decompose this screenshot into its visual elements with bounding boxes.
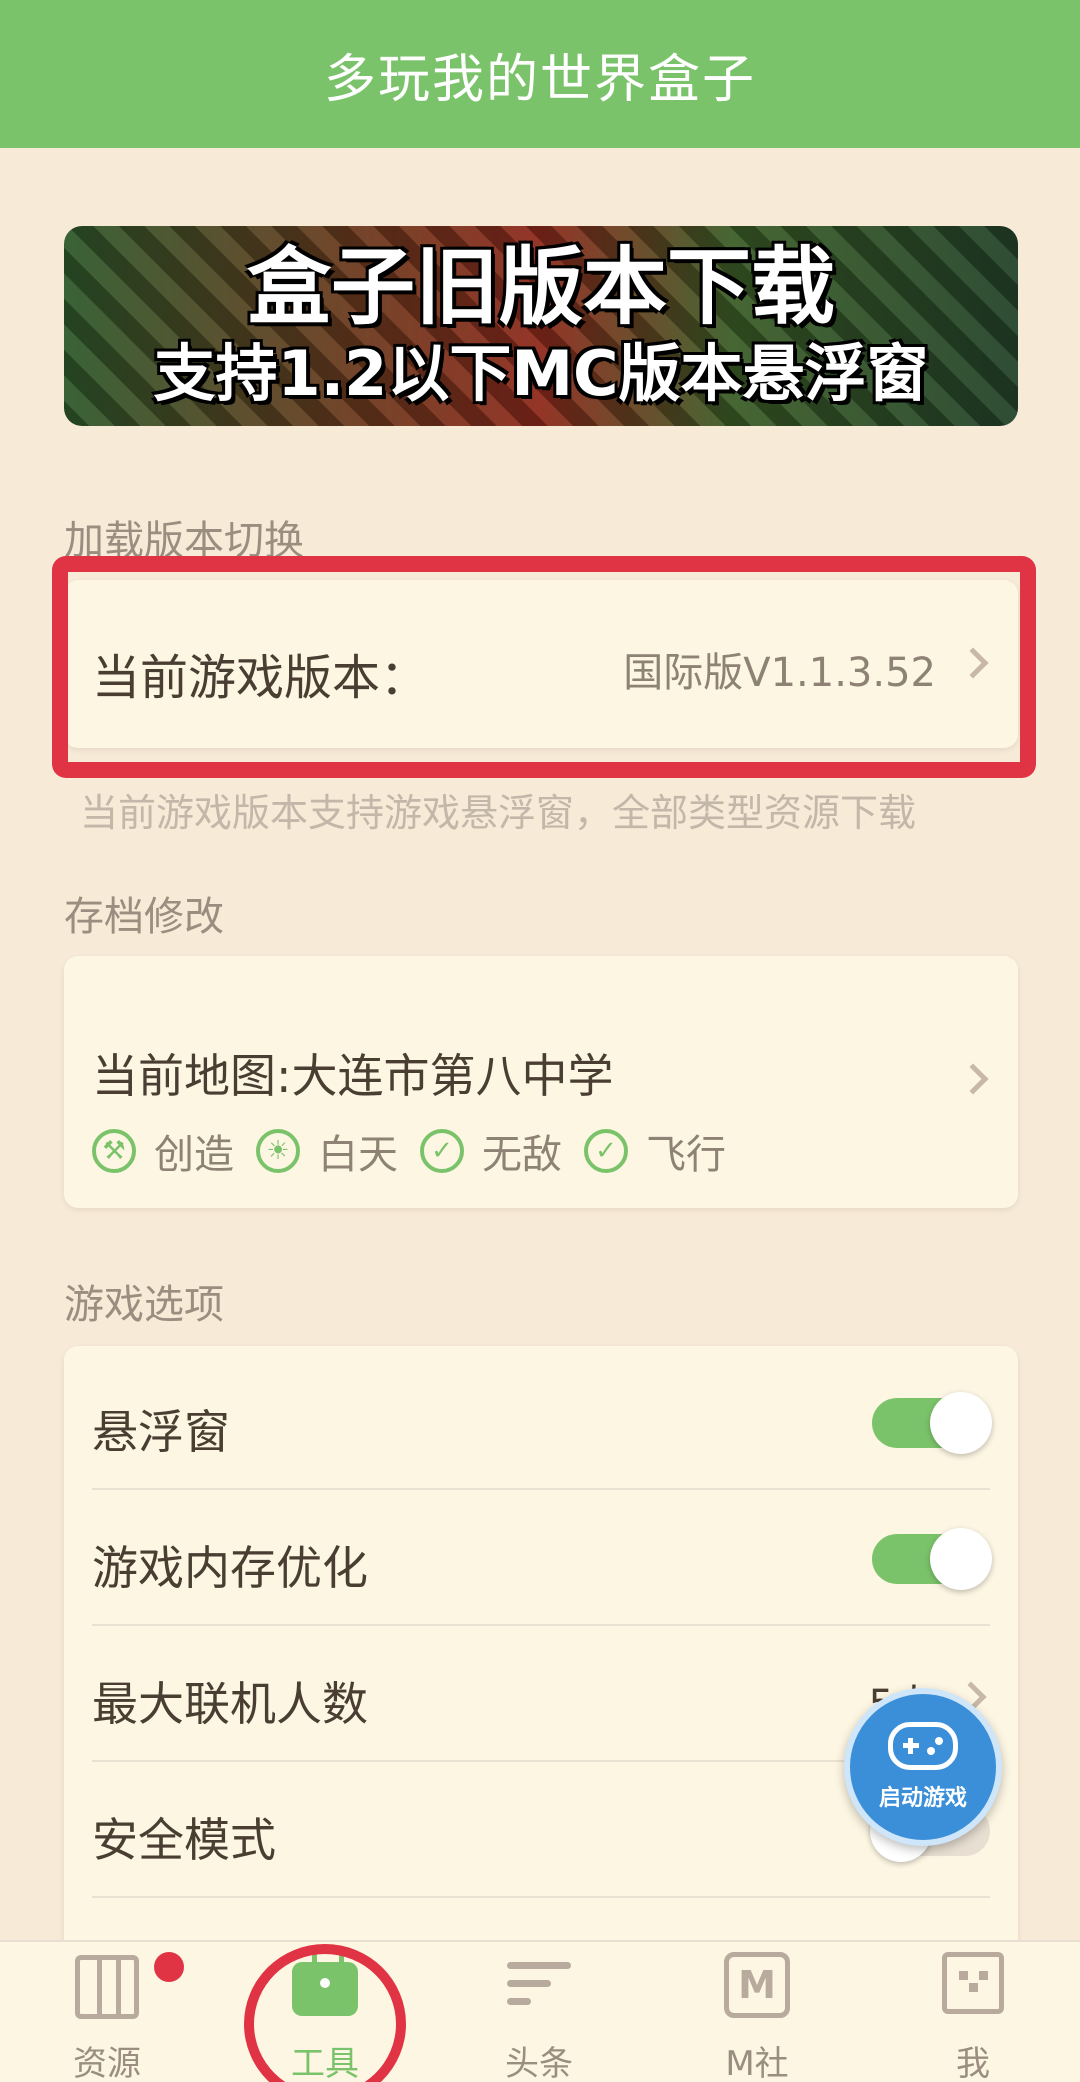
sun-icon: ☀: [256, 1129, 300, 1173]
option-label: 游戏内存优化: [92, 1541, 368, 1595]
tag-creative: ⚒ 创造: [92, 1122, 234, 1180]
tab-label: 资源: [73, 2044, 141, 2082]
tab-label: M社: [725, 2044, 789, 2082]
news-icon: [507, 1952, 571, 2016]
toggle-knob: [930, 1528, 992, 1590]
tab-m-community[interactable]: M M社: [682, 1952, 832, 2082]
tab-label: 我: [956, 2044, 990, 2082]
tag-invincible: ✓ 无敌: [420, 1122, 562, 1180]
banner-line-1: 盒子旧版本下载: [246, 238, 835, 336]
map-icon: [75, 1955, 139, 2019]
version-highlight-box: [52, 556, 1036, 778]
tab-label: 头条: [505, 2044, 573, 2082]
profile-icon: [942, 1952, 1004, 2014]
app-title: 多玩我的世界盒子: [323, 49, 756, 110]
option-label: 最大联机人数: [92, 1677, 368, 1731]
option-label: 悬浮窗: [92, 1405, 230, 1459]
check-icon: ✓: [584, 1129, 628, 1173]
tag-fly: ✓ 飞行: [584, 1122, 726, 1180]
old-version-banner[interactable]: 盒子旧版本下载 支持1.2以下MC版本悬浮窗: [64, 226, 1018, 426]
game-options-card: 悬浮窗 游戏内存优化 最大联机人数 5人 安全模式: [64, 1346, 1018, 1946]
option-memory-optimize[interactable]: 游戏内存优化: [92, 1490, 992, 1626]
app-header: 多玩我的世界盒子: [0, 0, 1080, 148]
tag-daytime: ☀ 白天: [256, 1122, 398, 1180]
chevron-right-icon: [957, 1063, 989, 1095]
m-community-icon: M: [724, 1952, 790, 2018]
banner-line-2: 支持1.2以下MC版本悬浮窗: [153, 337, 929, 410]
check-icon: ✓: [420, 1129, 464, 1173]
current-map-card[interactable]: 当前地图:大连市第八中学 ⚒ 创造 ☀ 白天 ✓ 无敌 ✓ 飞行: [64, 956, 1018, 1208]
options-section-title: 游戏选项: [64, 1282, 224, 1328]
notification-badge: [154, 1952, 184, 1982]
launch-game-button[interactable]: 启动游戏: [844, 1688, 1002, 1846]
memory-optimize-toggle[interactable]: [872, 1528, 992, 1590]
option-floating-window[interactable]: 悬浮窗: [92, 1354, 992, 1490]
launch-game-label: 启动游戏: [878, 1786, 967, 1811]
pickaxe-icon: ⚒: [92, 1129, 136, 1173]
map-tags: ⚒ 创造 ☀ 白天 ✓ 无敌 ✓ 飞行: [92, 1122, 748, 1180]
tab-headlines[interactable]: 头条: [464, 1952, 614, 2082]
gamepad-icon: [888, 1722, 958, 1770]
toggle-knob: [930, 1392, 992, 1454]
version-note: 当前游戏版本支持游戏悬浮窗，全部类型资源下载: [80, 791, 917, 835]
floating-window-toggle[interactable]: [872, 1392, 992, 1454]
option-label: 安全模式: [92, 1813, 276, 1867]
save-section-title: 存档修改: [64, 894, 224, 940]
tab-me[interactable]: 我: [898, 1952, 1048, 2082]
current-map-label: 当前地图:大连市第八中学: [92, 1049, 614, 1103]
